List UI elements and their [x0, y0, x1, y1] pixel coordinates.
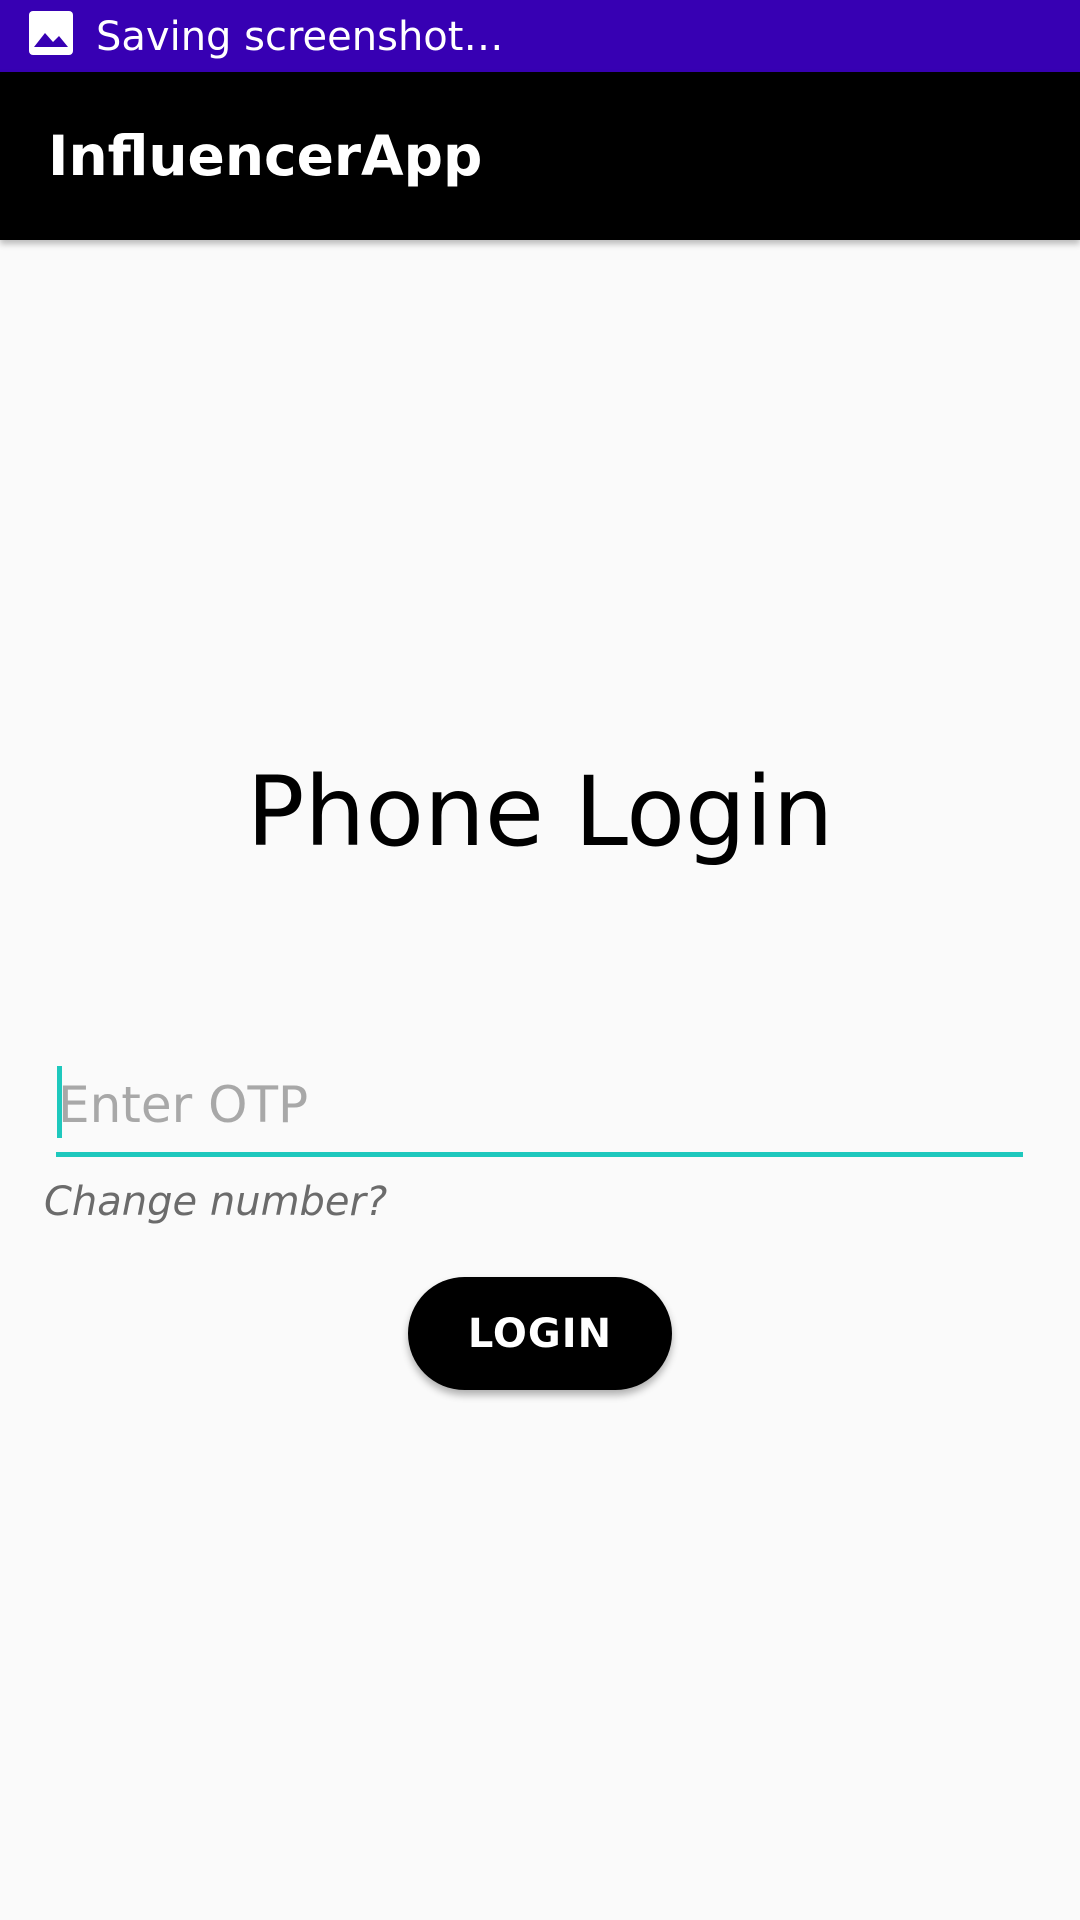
otp-field: [56, 1058, 1023, 1157]
login-button[interactable]: LOGIN: [408, 1277, 672, 1390]
otp-input[interactable]: [56, 1058, 1016, 1152]
status-notification-text: Saving screenshot…: [96, 14, 504, 60]
page-title: Phone Login: [246, 756, 834, 868]
image-icon: [29, 11, 73, 55]
app-bar: InfluencerApp: [0, 72, 1080, 240]
text-cursor: [57, 1066, 62, 1138]
change-number-link[interactable]: Change number?: [44, 1174, 387, 1230]
status-bar: Saving screenshot…: [0, 0, 1080, 72]
app-title: InfluencerApp: [48, 124, 483, 188]
